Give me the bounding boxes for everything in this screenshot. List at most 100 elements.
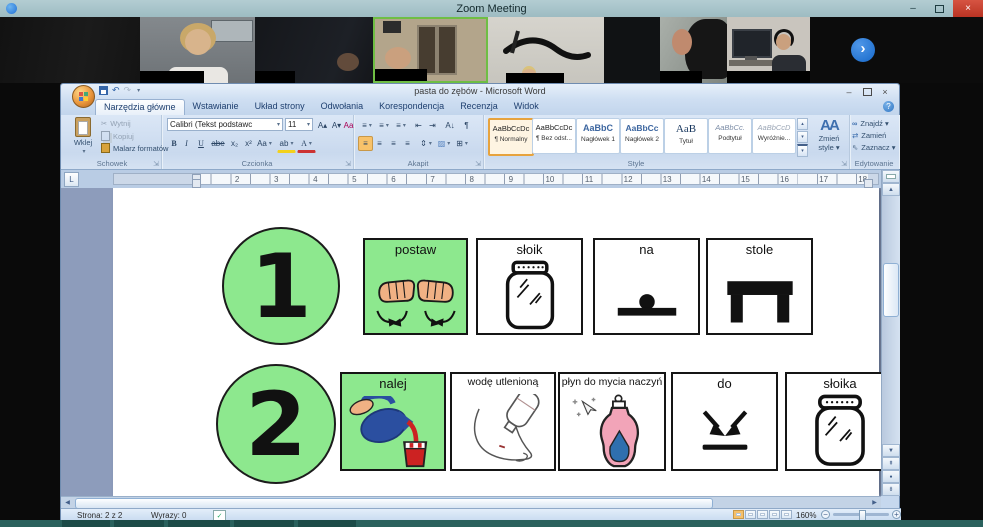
font-size-combobox[interactable]: 11▾ bbox=[285, 118, 313, 131]
sort-button[interactable]: A↓ bbox=[441, 118, 459, 133]
scroll-right-icon[interactable]: ▶ bbox=[868, 497, 881, 508]
find-button[interactable]: ∞ Znajdź ▾ bbox=[852, 119, 889, 128]
video-tile-2-person[interactable] bbox=[140, 17, 255, 83]
help-button[interactable]: ? bbox=[883, 101, 894, 112]
video-tile-7-person[interactable] bbox=[660, 17, 727, 83]
superscript-button[interactable]: x² bbox=[241, 136, 256, 151]
scroll-up-icon[interactable]: ▲ bbox=[882, 183, 900, 196]
strikethrough-button[interactable]: abe bbox=[209, 136, 227, 151]
scrollbar-track[interactable] bbox=[882, 196, 900, 444]
document-page[interactable]: 1 2 postaw bbox=[113, 188, 879, 496]
clipboard-dialog-launcher[interactable]: ⇲ bbox=[153, 160, 159, 168]
draft-view-button[interactable] bbox=[781, 510, 792, 519]
video-tile-8-person-headphones[interactable] bbox=[727, 17, 810, 83]
gallery-next-button[interactable]: › bbox=[851, 38, 875, 62]
ribbon-tab[interactable]: Recenzja bbox=[452, 99, 506, 115]
change-styles-button[interactable]: AA Zmień style ▾ bbox=[811, 117, 847, 157]
font-color-button[interactable]: A▾ bbox=[297, 136, 316, 153]
align-right-button[interactable]: ≡ bbox=[386, 136, 401, 151]
outline-view-button[interactable] bbox=[769, 510, 780, 519]
zoom-level[interactable]: 160% bbox=[796, 511, 816, 520]
ribbon-tab[interactable]: Wstawianie bbox=[185, 99, 247, 115]
subscript-button[interactable]: x₂ bbox=[227, 136, 242, 151]
zoom-slider[interactable] bbox=[833, 513, 889, 516]
fullscreen-reading-view-button[interactable] bbox=[745, 510, 756, 519]
ribbon-tab[interactable]: Narzędzia główne bbox=[95, 99, 185, 115]
word-maximize-button[interactable] bbox=[859, 86, 875, 97]
increase-indent-button[interactable]: ⇥ bbox=[425, 118, 440, 133]
paragraph-dialog-launcher[interactable]: ⇲ bbox=[475, 160, 481, 168]
underline-button[interactable]: U bbox=[192, 136, 210, 151]
font-name-combobox[interactable]: Calibri (Tekst podstawc▾ bbox=[167, 118, 283, 131]
office-button[interactable] bbox=[72, 85, 95, 108]
zoom-in-button[interactable]: + bbox=[892, 510, 901, 519]
word-minimize-button[interactable]: – bbox=[841, 86, 857, 97]
ribbon-tab[interactable]: Korespondencja bbox=[371, 99, 452, 115]
multilevel-list-button[interactable]: ≡▾ bbox=[392, 118, 410, 133]
justify-button[interactable]: ≡ bbox=[400, 136, 415, 151]
zoom-maximize-button[interactable] bbox=[927, 0, 951, 17]
numbering-button[interactable]: ≡▾ bbox=[375, 118, 393, 133]
style-naglowek-1[interactable]: AaBbCNagłówek 1 bbox=[576, 118, 620, 154]
left-indent-marker[interactable] bbox=[192, 179, 201, 188]
page-indicator[interactable]: Strona: 2 z 2 bbox=[77, 511, 122, 520]
video-tile-3-dark-person[interactable] bbox=[255, 17, 373, 83]
next-page-button[interactable]: ⇟ bbox=[882, 483, 900, 496]
change-case-button[interactable]: Aa▾ bbox=[255, 136, 274, 151]
borders-button[interactable]: ⊞▾ bbox=[453, 136, 471, 151]
text-highlight-button[interactable]: ab▾ bbox=[277, 136, 296, 153]
align-center-button[interactable]: ≡ bbox=[372, 136, 387, 151]
video-tile-6-dark[interactable] bbox=[604, 17, 660, 83]
scroll-down-icon[interactable]: ▼ bbox=[882, 444, 900, 457]
line-spacing-button[interactable]: ⇕▾ bbox=[417, 136, 435, 151]
ruler-toggle-button[interactable] bbox=[882, 170, 900, 183]
style-naglowek-2[interactable]: AaBbCcNagłówek 2 bbox=[620, 118, 664, 154]
align-left-button[interactable]: ≡ bbox=[358, 136, 373, 151]
bullets-button[interactable]: ≡▾ bbox=[358, 118, 376, 133]
video-tile-4-active-speaker[interactable] bbox=[373, 17, 488, 83]
bold-button[interactable]: B bbox=[167, 136, 181, 151]
select-browse-object-button[interactable]: ● bbox=[882, 470, 900, 483]
style-bez-odstepow[interactable]: AaBbCcDc¶ Bez odst... bbox=[532, 118, 576, 154]
right-indent-marker[interactable] bbox=[864, 179, 873, 188]
ribbon-tab[interactable]: Widok bbox=[506, 99, 547, 115]
paste-button[interactable]: Wklej ▾ bbox=[68, 117, 98, 157]
tab-stop-selector[interactable]: L bbox=[64, 172, 79, 187]
ribbon-tab[interactable]: Odwołania bbox=[313, 99, 372, 115]
shrink-font-button[interactable]: A▾ bbox=[329, 118, 344, 133]
zoom-out-button[interactable]: − bbox=[821, 510, 830, 519]
zoom-minimize-button[interactable]: – bbox=[901, 0, 925, 17]
format-painter-button[interactable]: Malarz formatów bbox=[101, 143, 168, 153]
gallery-more-icon[interactable]: ▾ bbox=[797, 144, 808, 157]
previous-page-button[interactable]: ⇞ bbox=[882, 457, 900, 470]
web-layout-view-button[interactable] bbox=[757, 510, 768, 519]
style-wyroznienie[interactable]: AaBbCcDWyróżnie... bbox=[752, 118, 796, 154]
replace-button[interactable]: ⇄ Zamień bbox=[852, 131, 886, 140]
shading-button[interactable]: ▨▾ bbox=[435, 136, 453, 151]
scroll-left-icon[interactable]: ◀ bbox=[61, 497, 74, 508]
show-formatting-marks-button[interactable]: ¶ bbox=[459, 118, 474, 133]
copy-button[interactable]: Kopiuj bbox=[101, 131, 134, 141]
video-tile-1-dark[interactable] bbox=[0, 17, 140, 83]
horizontal-scrollbar[interactable]: ◀ ▶ bbox=[61, 496, 881, 508]
font-dialog-launcher[interactable]: ⇲ bbox=[345, 160, 351, 168]
scrollbar-thumb[interactable] bbox=[883, 263, 899, 317]
ribbon-tab[interactable]: Układ strony bbox=[247, 99, 313, 115]
gallery-down-icon[interactable]: ▾ bbox=[797, 131, 808, 143]
style-tytul[interactable]: AaBTytuł bbox=[664, 118, 708, 154]
horizontal-ruler[interactable]: 12345678910111213141516171819 bbox=[113, 173, 879, 185]
word-close-button[interactable]: × bbox=[877, 86, 893, 97]
decrease-indent-button[interactable]: ⇤ bbox=[411, 118, 426, 133]
style-normalny[interactable]: AaBbCcDc¶ Normalny bbox=[488, 118, 534, 156]
select-button[interactable]: ⇖ Zaznacz ▾ bbox=[852, 143, 896, 152]
word-count[interactable]: Wyrazy: 0 bbox=[151, 511, 187, 520]
gallery-up-icon[interactable]: ▴ bbox=[797, 118, 808, 130]
cut-button[interactable]: ✂ Wytnij bbox=[101, 119, 131, 128]
style-podtytul[interactable]: AaBbCc.Podtytuł bbox=[708, 118, 752, 154]
zoom-close-button[interactable]: × bbox=[953, 0, 983, 17]
grow-font-button[interactable]: A▴ bbox=[315, 118, 330, 133]
vertical-scrollbar[interactable]: ▲ ▼ ⇞ ● ⇟ bbox=[881, 170, 900, 496]
video-tile-5-room[interactable] bbox=[488, 17, 604, 83]
styles-dialog-launcher[interactable]: ⇲ bbox=[841, 160, 847, 168]
print-layout-view-button[interactable] bbox=[733, 510, 744, 519]
